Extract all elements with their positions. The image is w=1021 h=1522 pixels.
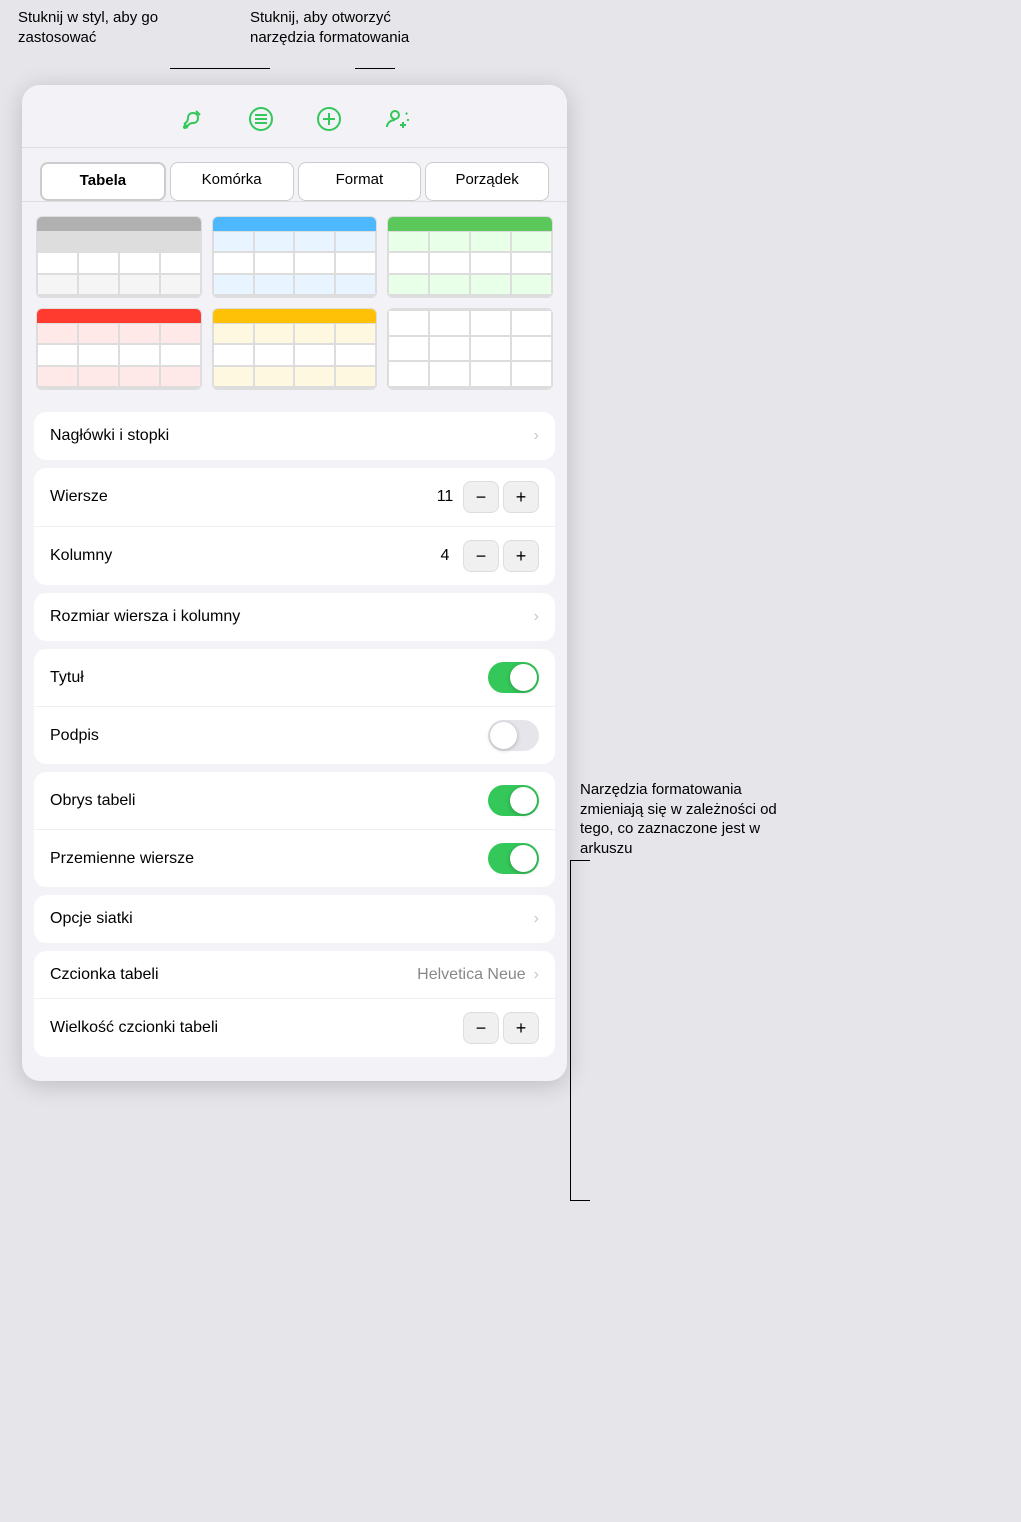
grid-options-row[interactable]: Opcje siatki › — [34, 895, 555, 943]
border-alternate-section: Obrys tabeli Przemienne wiersze — [34, 772, 555, 887]
tab-komorka[interactable]: Komórka — [170, 162, 294, 201]
rows-row: Wiersze 11 − + — [34, 468, 555, 527]
tab-bar: Tabela Komórka Format Porządek — [22, 148, 567, 202]
headers-chevron-icon: › — [534, 427, 539, 445]
tab-porzadek[interactable]: Porządek — [425, 162, 549, 201]
tytul-toggle-knob — [510, 664, 537, 691]
cols-minus-button[interactable]: − — [463, 540, 499, 572]
paintbrush-icon[interactable] — [177, 103, 209, 135]
side-annotation-line-top — [570, 860, 590, 861]
tab-tabela[interactable]: Tabela — [40, 162, 166, 201]
row-size-section: Rozmiar wiersza i kolumny › — [34, 593, 555, 641]
tab-format[interactable]: Format — [298, 162, 422, 201]
podpis-label: Podpis — [50, 727, 488, 745]
font-row[interactable]: Czcionka tabeli Helvetica Neue › — [34, 951, 555, 999]
rows-stepper: 11 − + — [431, 481, 539, 513]
font-size-stepper: − + — [463, 1012, 539, 1044]
bottom-spacer — [22, 1065, 567, 1081]
rows-plus-button[interactable]: + — [503, 481, 539, 513]
title-caption-section: Tytuł Podpis — [34, 649, 555, 764]
style-plain[interactable] — [387, 308, 553, 390]
callout-apply-style: Stuknij w styl, aby go zastosować — [18, 8, 178, 47]
callout-line-right — [355, 68, 395, 70]
grid-options-label: Opcje siatki — [50, 910, 530, 928]
obrys-row: Obrys tabeli — [34, 772, 555, 830]
plus-icon[interactable] — [313, 103, 345, 135]
font-size-minus-button[interactable]: − — [463, 1012, 499, 1044]
font-size-row: Wielkość czcionki tabeli − + — [34, 999, 555, 1057]
cols-row: Kolumny 4 − + — [34, 527, 555, 585]
style-green[interactable] — [387, 216, 553, 298]
headers-section: Nagłówki i stopki › — [34, 412, 555, 460]
przemienne-row: Przemienne wiersze — [34, 830, 555, 887]
format-panel: Tabela Komórka Format Porządek — [22, 85, 567, 1081]
row-size-label: Rozmiar wiersza i kolumny — [50, 608, 530, 626]
obrys-toggle-knob — [510, 787, 537, 814]
tytul-label: Tytuł — [50, 669, 488, 687]
font-section: Czcionka tabeli Helvetica Neue › Wielkoś… — [34, 951, 555, 1057]
cols-stepper: 4 − + — [431, 540, 539, 572]
grid-options-section: Opcje siatki › — [34, 895, 555, 943]
person-add-icon[interactable] — [381, 103, 413, 135]
font-size-plus-button[interactable]: + — [503, 1012, 539, 1044]
style-orange[interactable] — [212, 308, 378, 390]
cols-value: 4 — [431, 547, 459, 565]
row-size-row[interactable]: Rozmiar wiersza i kolumny › — [34, 593, 555, 641]
callout-line-left — [170, 68, 270, 70]
lines-icon[interactable] — [245, 103, 277, 135]
obrys-toggle[interactable] — [488, 785, 539, 816]
font-size-label: Wielkość czcionki tabeli — [50, 1019, 463, 1037]
podpis-toggle[interactable] — [488, 720, 539, 751]
style-grid — [22, 202, 567, 404]
cols-label: Kolumny — [50, 547, 431, 565]
style-red[interactable] — [36, 308, 202, 390]
side-annotation-line — [570, 860, 571, 1200]
tytul-toggle[interactable] — [488, 662, 539, 693]
rows-label: Wiersze — [50, 488, 431, 506]
podpis-row: Podpis — [34, 707, 555, 764]
przemienne-toggle-knob — [510, 845, 537, 872]
przemienne-label: Przemienne wiersze — [50, 850, 488, 868]
obrys-label: Obrys tabeli — [50, 792, 488, 810]
font-label: Czcionka tabeli — [50, 966, 417, 984]
przemienne-toggle[interactable] — [488, 843, 539, 874]
tytul-row: Tytuł — [34, 649, 555, 707]
style-gray[interactable] — [36, 216, 202, 298]
style-blue[interactable] — [212, 216, 378, 298]
font-value: Helvetica Neue — [417, 966, 526, 984]
rows-cols-section: Wiersze 11 − + Kolumny 4 − + — [34, 468, 555, 585]
callout-open-format: Stuknij, aby otworzyć narzędzia formatow… — [250, 8, 430, 47]
callout-side-formatting: Narzędzia formatowania zmieniają się w z… — [580, 780, 780, 858]
headers-label: Nagłówki i stopki — [50, 427, 530, 445]
cols-plus-button[interactable]: + — [503, 540, 539, 572]
rows-value: 11 — [431, 488, 459, 506]
rows-minus-button[interactable]: − — [463, 481, 499, 513]
podpis-toggle-knob — [490, 722, 517, 749]
font-chevron-icon: › — [534, 966, 539, 984]
headers-row[interactable]: Nagłówki i stopki › — [34, 412, 555, 460]
toolbar — [22, 85, 567, 148]
grid-options-chevron-icon: › — [534, 910, 539, 928]
row-size-chevron-icon: › — [534, 608, 539, 626]
side-annotation-line-bottom — [570, 1200, 590, 1201]
